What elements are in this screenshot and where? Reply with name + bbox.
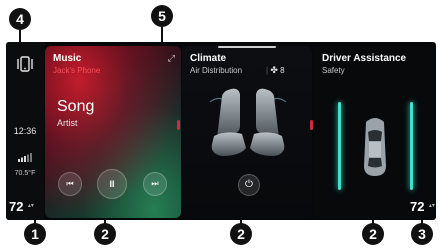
music-card-title: Music (53, 53, 82, 64)
air-distribution-label: Air Distribution (190, 66, 243, 75)
driver-assistance-title: Driver Assistance (322, 53, 407, 64)
callout-5: 5 (151, 5, 173, 27)
seats-airflow-illustration (200, 82, 296, 168)
song-artist: Artist (57, 118, 78, 128)
outside-temperature: 70.5°F (14, 170, 36, 177)
left-temperature-arrows-icon: ▴▾ (27, 203, 34, 209)
expand-card-icon[interactable]: ⤢ (168, 53, 175, 64)
climate-card[interactable]: Climate Air Distribution | ✤ 8 ⏻ (182, 46, 312, 218)
signal-strength-icon (18, 149, 32, 162)
driver-assistance-subtitle: Safety (322, 66, 345, 75)
music-card[interactable]: Music Jack's Phone ⤢ Song Artist ⏮ II ⏭ (45, 46, 181, 218)
fan-speed: | ✤ 8 (266, 65, 285, 76)
lane-line-left (338, 102, 341, 190)
vehicle-top-view-icon (360, 114, 390, 178)
status-sidebar: 12:36 70.5°F 72 ▴▾ (6, 42, 44, 220)
infotainment-screen: 12:36 70.5°F 72 ▴▾ Music Jack's Phone ⤢ … (6, 42, 436, 220)
drag-handle[interactable] (218, 46, 276, 48)
callout-4: 4 (9, 8, 31, 30)
clock: 12:36 (13, 126, 37, 136)
song-title: Song (57, 98, 95, 115)
climate-card-title: Climate (190, 53, 227, 64)
phone-projection-icon[interactable] (14, 54, 36, 74)
callout-1: 1 (24, 223, 46, 245)
left-temperature-value: 72 (9, 199, 24, 214)
driver-assistance-card[interactable]: Driver Assistance Safety 72 ▴▾ (314, 46, 436, 218)
lane-line-right (410, 102, 413, 190)
callout-2-climate: 2 (230, 223, 252, 245)
climate-power-button[interactable]: ⏻ (238, 174, 260, 196)
climate-card-edge-indicator (310, 120, 313, 130)
right-temperature-arrows-icon: ▴▾ (428, 203, 435, 209)
callout-2-driver: 2 (362, 223, 384, 245)
previous-track-button[interactable]: ⏮ (58, 172, 82, 196)
callout-3: 3 (411, 223, 433, 245)
next-track-button[interactable]: ⏭ (143, 172, 167, 196)
play-pause-button[interactable]: II (97, 169, 127, 199)
fan-icon: ✤ (270, 65, 278, 75)
fan-divider: | (266, 66, 269, 75)
left-temperature-control[interactable]: 72 ▴▾ (9, 198, 41, 216)
right-temperature-value: 72 (410, 199, 425, 214)
right-temperature-control[interactable]: 72 ▴▾ (410, 198, 436, 216)
fan-speed-value: 8 (280, 66, 285, 75)
music-card-edge-indicator (177, 120, 180, 130)
callout-2-music: 2 (94, 223, 116, 245)
music-source: Jack's Phone (53, 66, 101, 75)
